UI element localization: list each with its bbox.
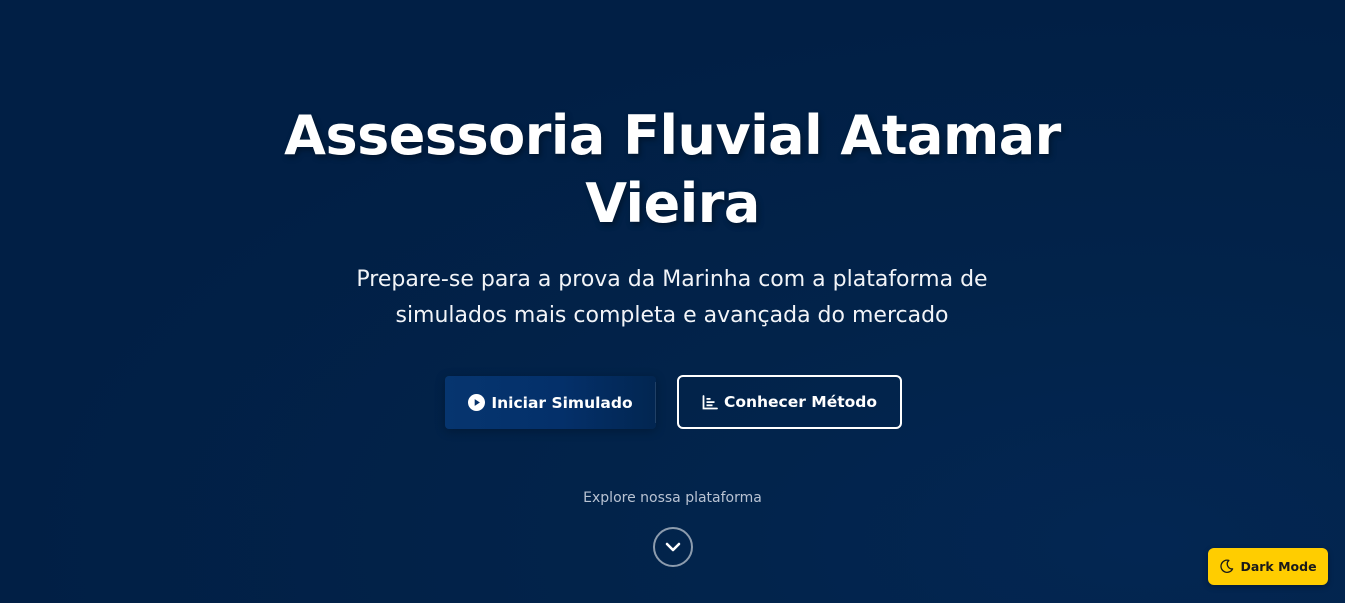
hero-subtitle-line-2: simulados mais completa e avançada do me… [395, 303, 949, 328]
hero-section: Assessoria Fluvial Atamar Vieira Prepare… [0, 0, 1345, 603]
start-simulation-button[interactable]: Iniciar Simulado [445, 376, 656, 429]
moon-icon [1219, 559, 1234, 574]
page-title: Assessoria Fluvial Atamar Vieira [0, 102, 1345, 238]
learn-method-button[interactable]: Conhecer Método [677, 375, 902, 429]
dark-mode-toggle[interactable]: Dark Mode [1208, 548, 1328, 585]
scroll-down-button[interactable] [653, 527, 693, 567]
button-divider [655, 382, 656, 423]
dark-mode-label: Dark Mode [1240, 559, 1317, 574]
page-title-line-1: Assessoria Fluvial Atamar [284, 104, 1061, 167]
chevron-down-icon [664, 541, 682, 553]
learn-method-label: Conhecer Método [723, 393, 878, 411]
start-simulation-label: Iniciar Simulado [491, 393, 633, 412]
bar-chart-icon [702, 394, 718, 410]
play-circle-icon [468, 394, 486, 411]
page-title-line-2: Vieira [585, 172, 760, 235]
explore-label: Explore nossa plataforma [583, 490, 762, 506]
hero-subtitle: Prepare-se para a prova da Marinha com a… [322, 262, 1022, 334]
hero-subtitle-line-1: Prepare-se para a prova da Marinha com a… [356, 267, 988, 292]
